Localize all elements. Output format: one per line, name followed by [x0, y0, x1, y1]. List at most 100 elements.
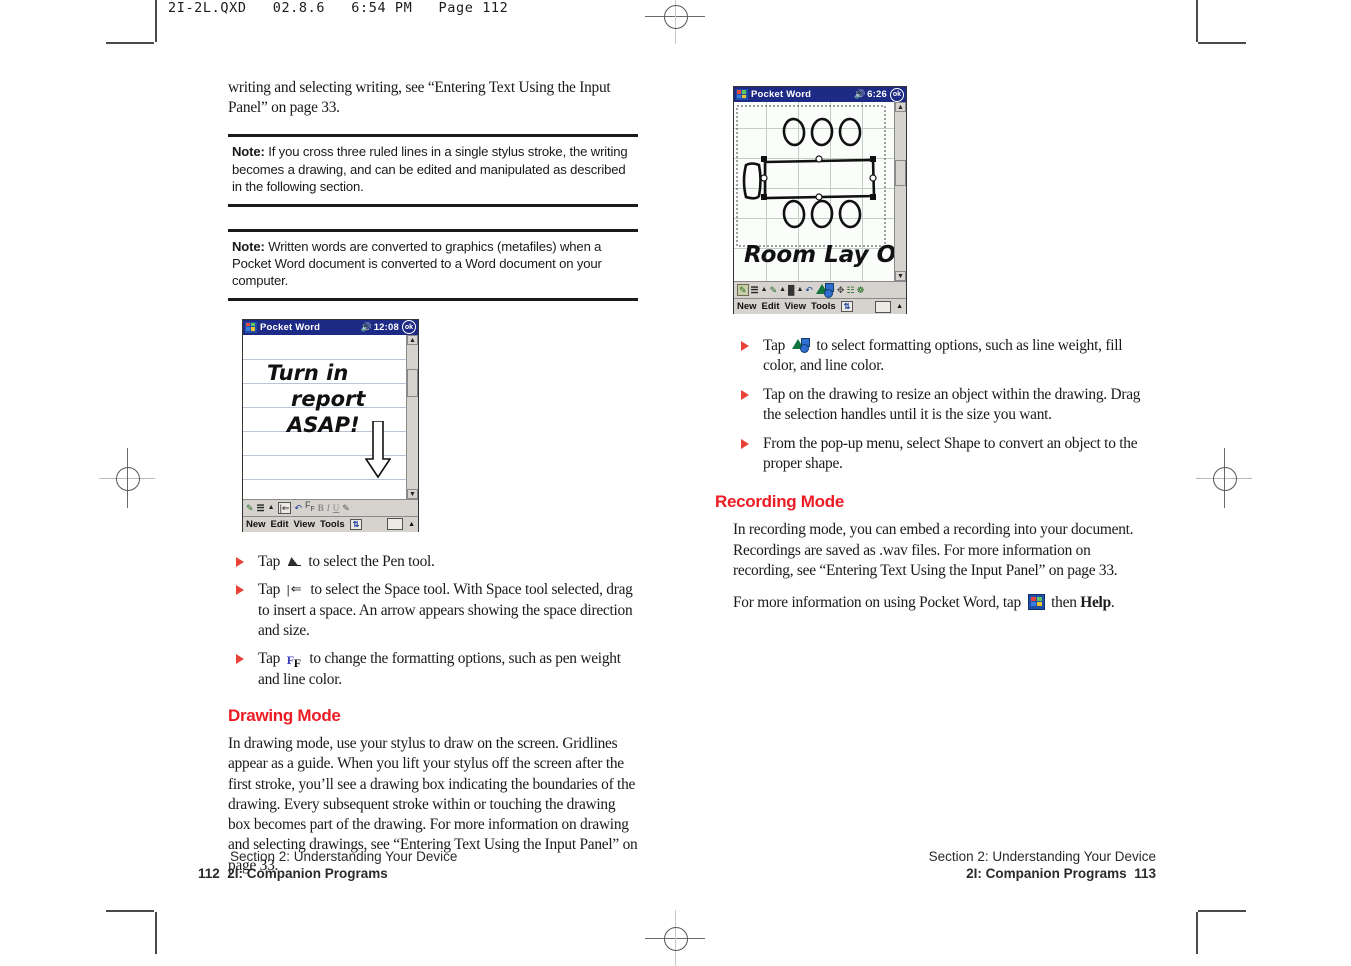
pda-formatting-toolbar[interactable]: ✎ ☰ ▲ |⇐ ↶ FF B I U ✎	[243, 498, 418, 516]
format-shape-icon	[791, 338, 810, 353]
ungroup-icon[interactable]: ☸	[857, 285, 865, 295]
keyboard-icon[interactable]	[875, 300, 892, 313]
handwriting-line-2: report	[291, 386, 366, 411]
footer-section-label: Section 2: Understanding Your Device	[230, 849, 458, 864]
underline-icon[interactable]: U	[333, 503, 340, 513]
registration-mark-bottom-center	[645, 910, 705, 966]
input-panel-arrow-icon[interactable]: ▲	[408, 521, 415, 528]
menu-item-new[interactable]: New	[246, 519, 266, 530]
line-color-icon[interactable]: ✎	[770, 285, 778, 295]
keyboard-icon[interactable]	[387, 518, 404, 531]
registration-mark-right-middle	[1196, 448, 1252, 508]
crop-mark-bottom-right-vertical	[1196, 912, 1198, 954]
footer-chapter-label: 2I: Companion Programs	[227, 866, 388, 881]
list-item: Tap to select the Space tool. With Space…	[228, 580, 638, 641]
crop-mark-top-left-horizontal	[106, 42, 154, 44]
menu-item-new[interactable]: New	[737, 301, 757, 312]
dropdown-arrow-icon[interactable]: ▲	[268, 503, 275, 513]
sort-toggle-icon[interactable]: ⇅	[349, 518, 363, 530]
scrollbar-thumb[interactable]	[407, 368, 418, 397]
pda-menu-bar[interactable]: New Edit View Tools ⇅ ▲	[734, 298, 906, 314]
windows-start-icon[interactable]	[736, 89, 748, 100]
bullet-1-pre: Tap	[258, 552, 281, 570]
ok-button[interactable]: ok	[402, 320, 416, 335]
pen-icon[interactable]: ✎	[737, 284, 749, 296]
dropdown-arrow-icon[interactable]: ▲	[779, 285, 786, 295]
scrollbar-thumb[interactable]	[895, 160, 906, 186]
pda-menu-bar[interactable]: New Edit View Tools ⇅ ▲	[243, 515, 418, 532]
undo-icon[interactable]: ↶	[294, 503, 302, 513]
bullet-triangle-icon	[741, 438, 749, 449]
vertical-scrollbar[interactable]: ▲ ▼	[406, 334, 418, 499]
bold-icon[interactable]: B	[318, 503, 324, 513]
menu-item-tools[interactable]: Tools	[811, 301, 836, 312]
sort-toggle-icon[interactable]: ⇅	[840, 301, 854, 312]
space-tool-icon[interactable]: |⇐	[277, 501, 292, 514]
pocket-word-writing-screenshot: Pocket Word 🔊 12:08 ok Turn in report AS…	[242, 318, 419, 532]
handwriting-line-3: ASAP!	[287, 412, 360, 437]
list-item: Tap on the drawing to resize an object w…	[733, 385, 1145, 426]
fill-color-icon[interactable]: █	[788, 285, 794, 295]
menu-item-tools[interactable]: Tools	[320, 519, 345, 530]
left-page-footer: Section 2: Understanding Your Device 112…	[198, 849, 498, 881]
footer-chapter-label: 2I: Companion Programs	[966, 866, 1127, 881]
dropdown-arrow-icon[interactable]: ▲	[761, 285, 768, 295]
pen-icon[interactable]: ✎	[246, 503, 254, 513]
pda-drawing-canvas[interactable]: Room Lay Out ▲ ▼	[734, 102, 906, 281]
crop-mark-bottom-right-horizontal	[1198, 910, 1246, 912]
input-panel-arrow-icon[interactable]: ▲	[896, 303, 903, 310]
list-item: From the pop-up menu, select Shape to co…	[733, 434, 1145, 475]
format-shape-icon[interactable]	[815, 282, 834, 298]
pda-writing-canvas[interactable]: Turn in report ASAP! ▲ ▼	[243, 334, 418, 499]
undo-icon[interactable]: ↶	[805, 285, 813, 295]
handwriting-line-1: Turn in	[267, 360, 349, 385]
scroll-down-arrow[interactable]: ▼	[407, 488, 418, 499]
menu-item-edit[interactable]: Edit	[271, 519, 289, 530]
print-slug: 2I-2L.QXD 02.8.6 6:54 PM Page 112	[168, 0, 509, 16]
scroll-up-arrow[interactable]: ▲	[895, 102, 906, 112]
note-label-1: Note:	[232, 144, 265, 160]
windows-start-icon[interactable]	[245, 321, 257, 333]
note-label-2: Note:	[232, 238, 265, 254]
ok-button[interactable]: ok	[890, 87, 904, 102]
rbullet-3-post: From the pop-up menu, select Shape to co…	[763, 434, 1138, 473]
help-line-post: .	[1110, 594, 1115, 612]
menu-item-view[interactable]: View	[785, 301, 806, 312]
drawing-mode-bullet-list: Tap to select formatting options, such a…	[733, 336, 1145, 474]
highlight-icon[interactable]: ✎	[342, 503, 350, 513]
menu-item-edit[interactable]: Edit	[762, 301, 780, 312]
vertical-scrollbar[interactable]: ▲ ▼	[894, 102, 906, 281]
format-font-icon[interactable]: FF	[305, 500, 315, 515]
italic-icon[interactable]: I	[327, 503, 330, 513]
format-font-icon	[287, 650, 303, 673]
pda-clock[interactable]: 12:08	[374, 322, 399, 333]
writing-mode-bullet-list: Tap to select the Pen tool. Tap to selec…	[228, 552, 638, 690]
note-box-2: Note: Written words are converted to gra…	[228, 228, 638, 301]
lines-icon[interactable]: ☰	[257, 503, 265, 513]
space-direction-arrow	[365, 420, 391, 479]
speaker-icon[interactable]: 🔊	[360, 322, 371, 333]
pda-clock[interactable]: 6:26	[867, 89, 887, 100]
lines-icon[interactable]: ☰	[751, 285, 759, 295]
intro-paragraph: writing and selecting writing, see “Ente…	[228, 79, 611, 117]
left-page-column: writing and selecting writing, see “Ente…	[228, 78, 638, 876]
dropdown-arrow-icon[interactable]: ▲	[796, 285, 803, 295]
group-icon[interactable]: ☷	[846, 285, 854, 295]
footer-section-label: Section 2: Understanding Your Device	[928, 849, 1156, 864]
pda-app-title: Pocket Word	[751, 89, 812, 100]
recording-mode-help-line: For more information on using Pocket Wor…	[733, 593, 1145, 613]
bullet-triangle-icon	[741, 389, 749, 400]
menu-item-view[interactable]: View	[294, 519, 315, 530]
note-box-1: Note: If you cross three ruled lines in …	[228, 134, 638, 207]
speaker-icon[interactable]: 🔊	[854, 89, 865, 100]
help-link-label[interactable]: Help	[1080, 594, 1111, 611]
bullet-3-post: to change the formatting options, such a…	[258, 650, 621, 688]
right-page-column: Pocket Word 🔊 6:26 ok Room Lay Out ▲ ▼ ✎…	[715, 78, 1145, 613]
scroll-up-arrow[interactable]: ▲	[407, 334, 418, 345]
scroll-down-arrow[interactable]: ▼	[895, 271, 906, 281]
crop-mark-bottom-left-vertical	[155, 912, 157, 954]
section-heading-drawing-mode: Drawing Mode	[228, 706, 341, 726]
move-icon[interactable]: ✥	[837, 285, 845, 295]
footer-page-number: 113	[1134, 866, 1156, 881]
pda-drawing-toolbar[interactable]: ✎ ☰ ▲ ✎ ▲ █ ▲ ↶ ✥ ☷ ☸	[734, 281, 906, 298]
